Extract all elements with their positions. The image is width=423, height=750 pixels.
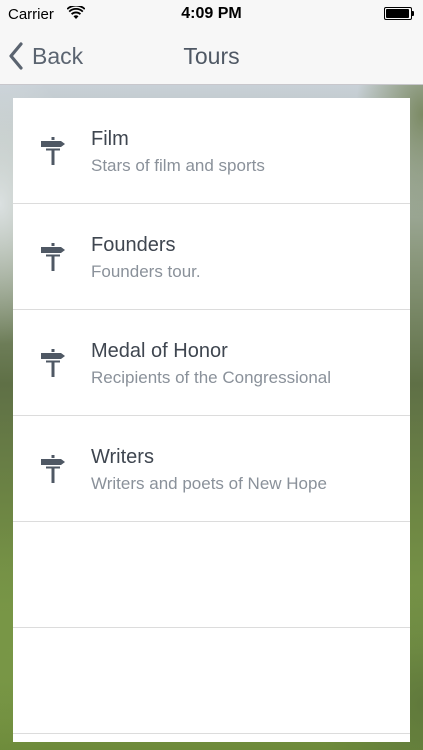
signpost-icon [41,455,65,483]
navigation-bar: Back Tours [0,30,423,85]
tour-subtitle: Founders tour. [91,262,201,281]
tour-subtitle: Stars of film and sports [91,156,265,175]
status-bar: Carrier 4:09 PM [0,0,423,30]
tour-subtitle: Writers and poets of New Hope [91,474,327,493]
tour-subtitle: Recipients of the Congressional [91,368,332,387]
tour-row-founders[interactable]: Founders Founders tour. [13,204,410,310]
tour-title: Founders [91,234,176,256]
status-time: 4:09 PM [181,5,242,22]
tour-row-film[interactable]: Film Stars of film and sports [13,98,410,204]
tour-title: Medal of Honor [91,340,228,362]
empty-row [13,628,410,734]
tour-title: Film [91,128,129,150]
signpost-icon [41,137,65,165]
signpost-icon [41,349,65,377]
tour-title: Writers [91,446,154,468]
page-title: Tours [183,43,240,69]
signpost-icon [41,243,65,271]
tour-row-writers[interactable]: Writers Writers and poets of New Hope [13,416,410,522]
battery-icon [384,7,414,20]
tour-row-medal-of-honor[interactable]: Medal of Honor Recipients of the Congres… [13,310,410,416]
tour-list: Film Stars of film and sports Founders F… [13,98,410,742]
empty-row [13,522,410,628]
